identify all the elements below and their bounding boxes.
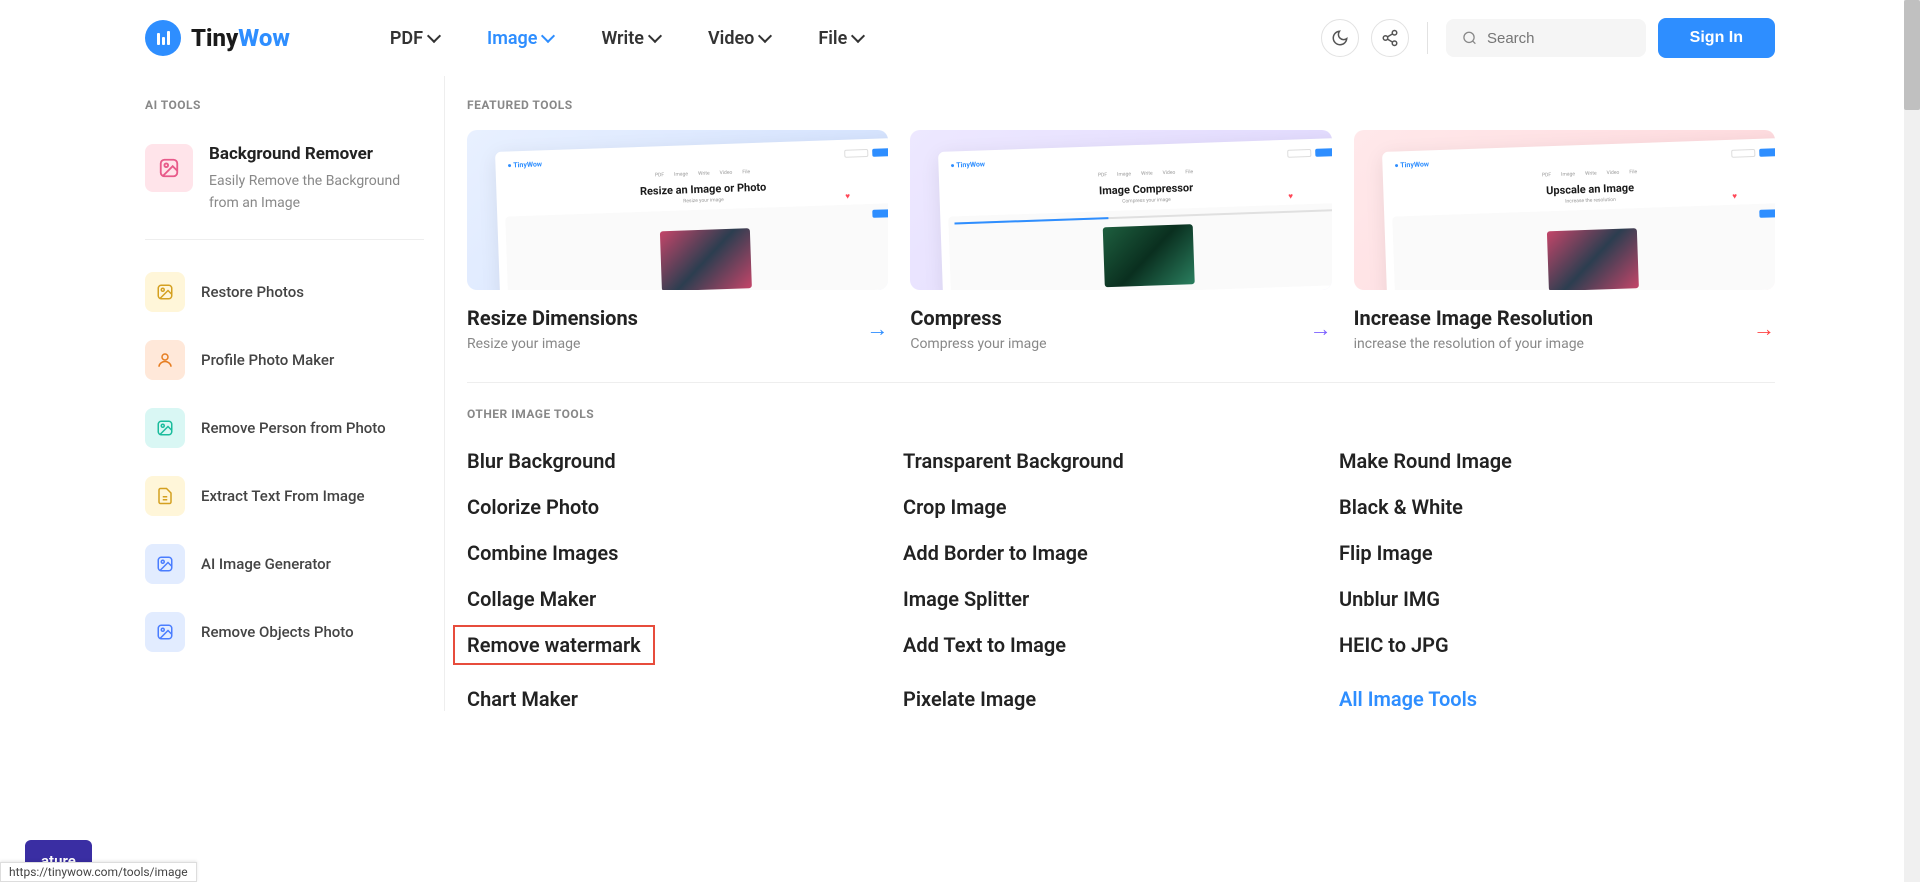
- main-nav: PDF Image Write Video File: [390, 28, 863, 49]
- featured-card-upscale[interactable]: ● TinyWowPDFImageWriteVideoFileUpscale a…: [1354, 130, 1775, 352]
- nav-image[interactable]: Image: [487, 28, 553, 49]
- arrow-right-icon: →: [1753, 316, 1775, 342]
- image-icon: [145, 272, 185, 312]
- image-icon: [145, 612, 185, 652]
- card-preview: ● TinyWowPDFImageWriteVideoFileUpscale a…: [1354, 130, 1775, 290]
- image-icon: [145, 144, 193, 192]
- tool-remove-watermark[interactable]: Remove watermark: [453, 625, 655, 665]
- main: FEATURED TOOLS ● TinyWowPDFImageWriteVid…: [445, 76, 1775, 711]
- card-preview: ● TinyWowPDFImageWriteVideoFileImage Com…: [910, 130, 1331, 290]
- scrollbar[interactable]: [1904, 0, 1920, 882]
- tool-blur-background[interactable]: Blur Background: [467, 449, 903, 473]
- tool-flip-image[interactable]: Flip Image: [1339, 541, 1775, 565]
- featured-card-compress[interactable]: ● TinyWowPDFImageWriteVideoFileImage Com…: [910, 130, 1331, 352]
- divider: [1427, 22, 1428, 54]
- tool-chart-maker[interactable]: Chart Maker: [467, 687, 903, 711]
- content: AI TOOLS Background Remover Easily Remov…: [0, 76, 1920, 711]
- sidebar-item-extract-text[interactable]: Extract Text From Image: [145, 462, 424, 530]
- arrow-right-icon: →: [1310, 316, 1332, 342]
- chevron-down-icon: [427, 29, 441, 43]
- tool-add-text[interactable]: Add Text to Image: [903, 633, 1339, 665]
- tool-black-white[interactable]: Black & White: [1339, 495, 1775, 519]
- logo[interactable]: TinyWow: [145, 20, 290, 56]
- chevron-down-icon: [758, 29, 772, 43]
- logo-icon: [145, 20, 181, 56]
- tool-image-splitter[interactable]: Image Splitter: [903, 587, 1339, 611]
- card-subtitle: increase the resolution of your image: [1354, 336, 1593, 352]
- tool-unblur-img[interactable]: Unblur IMG: [1339, 587, 1775, 611]
- signin-button[interactable]: Sign In: [1658, 18, 1775, 58]
- card-subtitle: Compress your image: [910, 336, 1046, 352]
- sidebar-item-profile-photo[interactable]: Profile Photo Maker: [145, 326, 424, 394]
- tool-colorize-photo[interactable]: Colorize Photo: [467, 495, 903, 519]
- other-section-label: OTHER IMAGE TOOLS: [467, 407, 1775, 421]
- card-title: Resize Dimensions: [467, 306, 638, 330]
- image-icon: [145, 408, 185, 448]
- share-icon: [1381, 29, 1399, 47]
- sidebar-item-restore-photos[interactable]: Restore Photos: [145, 258, 424, 326]
- search-box[interactable]: [1446, 19, 1646, 57]
- featured-card-resize[interactable]: ● TinyWowPDFImageWriteVideoFileResize an…: [467, 130, 888, 352]
- tool-transparent-background[interactable]: Transparent Background: [903, 449, 1339, 473]
- share-button[interactable]: [1371, 19, 1409, 57]
- chevron-down-icon: [541, 29, 555, 43]
- sidebar-featured-title: Background Remover: [209, 144, 424, 164]
- sidebar-item-remove-person[interactable]: Remove Person from Photo: [145, 394, 424, 462]
- tool-combine-images[interactable]: Combine Images: [467, 541, 903, 565]
- nav-file[interactable]: File: [818, 28, 863, 49]
- sidebar-item-label: Remove Person from Photo: [201, 419, 386, 437]
- featured-section-label: FEATURED TOOLS: [467, 98, 1775, 112]
- nav-pdf[interactable]: PDF: [390, 28, 439, 49]
- brand-text: TinyWow: [191, 24, 290, 52]
- search-input[interactable]: [1487, 30, 1630, 47]
- card-title: Compress: [910, 306, 1046, 330]
- tool-crop-image[interactable]: Crop Image: [903, 495, 1339, 519]
- divider: [145, 239, 424, 240]
- sidebar-item-label: Profile Photo Maker: [201, 351, 334, 369]
- sidebar: AI TOOLS Background Remover Easily Remov…: [145, 76, 445, 711]
- tool-pixelate-image[interactable]: Pixelate Image: [903, 687, 1339, 711]
- sidebar-item-label: Remove Objects Photo: [201, 623, 354, 641]
- sidebar-section-label: AI TOOLS: [145, 98, 424, 112]
- header-right: Sign In: [1321, 18, 1775, 58]
- image-icon: [145, 544, 185, 584]
- divider: [467, 382, 1775, 383]
- sidebar-item-ai-generator[interactable]: AI Image Generator: [145, 530, 424, 598]
- card-subtitle: Resize your image: [467, 336, 638, 352]
- scrollbar-thumb[interactable]: [1904, 0, 1920, 110]
- sidebar-featured-item[interactable]: Background Remover Easily Remove the Bac…: [145, 130, 424, 229]
- sidebar-item-label: AI Image Generator: [201, 555, 331, 573]
- status-bar-url: https://tinywow.com/tools/image: [0, 862, 197, 882]
- nav-write[interactable]: Write: [601, 28, 660, 49]
- search-icon: [1462, 29, 1477, 47]
- sidebar-item-remove-objects[interactable]: Remove Objects Photo: [145, 598, 424, 666]
- tool-make-round-image[interactable]: Make Round Image: [1339, 449, 1775, 473]
- featured-row: ● TinyWowPDFImageWriteVideoFileResize an…: [467, 130, 1775, 352]
- tool-add-border[interactable]: Add Border to Image: [903, 541, 1339, 565]
- tool-heic-to-jpg[interactable]: HEIC to JPG: [1339, 633, 1775, 665]
- chevron-down-icon: [851, 29, 865, 43]
- dark-mode-button[interactable]: [1321, 19, 1359, 57]
- tool-all-image-tools[interactable]: All Image Tools: [1339, 687, 1775, 711]
- card-title: Increase Image Resolution: [1354, 306, 1593, 330]
- card-preview: ● TinyWowPDFImageWriteVideoFileResize an…: [467, 130, 888, 290]
- sidebar-featured-desc: Easily Remove the Background from an Ima…: [209, 170, 424, 215]
- tool-collage-maker[interactable]: Collage Maker: [467, 587, 903, 611]
- sidebar-item-label: Restore Photos: [201, 283, 304, 301]
- chevron-down-icon: [648, 29, 662, 43]
- arrow-right-icon: →: [866, 316, 888, 342]
- document-icon: [145, 476, 185, 516]
- sidebar-item-label: Extract Text From Image: [201, 487, 365, 505]
- moon-icon: [1331, 29, 1349, 47]
- header: TinyWow PDF Image Write Video File Sign …: [0, 0, 1920, 76]
- tools-grid: Blur Background Transparent Background M…: [467, 449, 1775, 711]
- nav-video[interactable]: Video: [708, 28, 770, 49]
- user-icon: [145, 340, 185, 380]
